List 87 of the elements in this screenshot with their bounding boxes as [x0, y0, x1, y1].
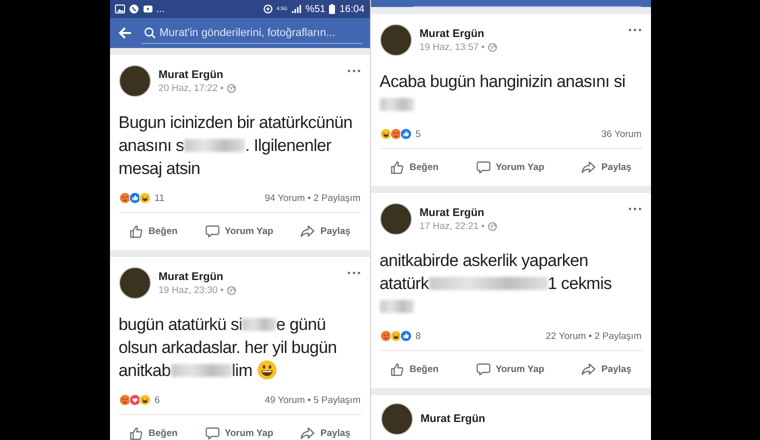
pixelated-blur: [242, 318, 276, 331]
search-icon: [144, 26, 156, 38]
comment-share-count[interactable]: 94 Yorum • 2 Paylaşım: [264, 192, 360, 204]
globe-icon: [488, 42, 497, 52]
more-notifications: ...: [156, 4, 165, 14]
like-button[interactable]: Beğen: [122, 423, 184, 440]
author-name[interactable]: Murat Ergün: [158, 270, 338, 282]
reaction-count[interactable]: 5: [416, 128, 421, 140]
haha-reaction-icon: [380, 128, 392, 140]
data-saver-icon: [262, 4, 273, 14]
author-name[interactable]: Murat Ergün: [420, 206, 620, 218]
play-button-icon: [142, 4, 152, 14]
post-time: 19 Haz, 23:30 •: [158, 284, 224, 296]
post-text: Acaba bugün hanginizin anasını si: [380, 70, 642, 116]
angry-reaction-icon: [380, 330, 392, 342]
speech-bubble-icon: [204, 224, 220, 239]
author-name[interactable]: Murat Ergün: [420, 28, 620, 40]
phone-bubble-icon: [128, 4, 138, 14]
comment-button[interactable]: Yorum Yap: [470, 359, 550, 380]
like-button[interactable]: Beğen: [384, 157, 445, 178]
comment-share-count[interactable]: 49 Yorum • 5 Paylaşım: [264, 394, 360, 406]
more-options-icon[interactable]: [628, 28, 642, 32]
thumbs-up-icon: [390, 362, 404, 377]
like-reaction-icon: [128, 192, 140, 204]
more-options-icon[interactable]: [628, 207, 642, 211]
post-time: 20 Haz, 17:22 •: [158, 82, 224, 94]
thumbs-up-icon: [128, 426, 144, 440]
pixelated-blur: [184, 139, 246, 152]
angry-reaction-icon: [390, 128, 402, 140]
avatar: [380, 403, 412, 435]
author-name[interactable]: Murat Ergün: [420, 413, 640, 425]
share-button[interactable]: Paylaş: [575, 157, 638, 178]
grinning-face-icon: [256, 360, 277, 380]
like-reaction-icon: [400, 330, 412, 342]
share-button[interactable]: Paylaş: [575, 359, 638, 380]
reaction-count[interactable]: 6: [154, 394, 160, 406]
more-options-icon[interactable]: [346, 271, 360, 275]
post-time: 17 Haz, 22:21 •: [420, 220, 485, 232]
haha-reaction-icon: [138, 192, 150, 204]
signal-icon: [291, 4, 302, 14]
clock: 16:04: [339, 4, 364, 14]
comment-button[interactable]: Yorum Yap: [198, 423, 280, 440]
avatar: [380, 203, 412, 235]
angry-reaction-icon: [118, 192, 130, 204]
battery-icon: [329, 4, 336, 14]
comment-share-count[interactable]: 22 Yorum • 2 Paylaşım: [546, 330, 642, 342]
post-text: Bugun icinizden bir atatürkcünün anasını s . Ilgilenenler mesaj atsin: [118, 112, 354, 180]
avatar: [380, 24, 412, 56]
pixelated-blur: [380, 300, 414, 313]
comment-button[interactable]: Yorum Yap: [470, 157, 550, 178]
more-options-icon[interactable]: [346, 69, 360, 73]
author-name[interactable]: Murat Ergün: [158, 68, 338, 80]
avatar: [118, 65, 150, 97]
like-button[interactable]: Beğen: [384, 359, 445, 380]
thumbs-up-icon: [128, 224, 144, 239]
share-arrow-icon: [581, 160, 596, 175]
share-button[interactable]: Paylaş: [294, 221, 356, 242]
love-reaction-icon: [128, 394, 140, 406]
comment-share-count[interactable]: 36 Yorum: [601, 128, 642, 140]
back-arrow-icon[interactable]: [118, 26, 132, 40]
post-text: anitkabirde askerlik yaparken atatürk 1 cekmis: [380, 249, 642, 318]
globe-icon: [226, 84, 236, 92]
avatar: [118, 267, 150, 299]
pixelated-blur: [170, 364, 232, 377]
reaction-count[interactable]: 8: [416, 330, 421, 342]
like-button[interactable]: Beğen: [122, 221, 184, 242]
reaction-count[interactable]: 11: [154, 192, 164, 204]
pixelated-blur: [380, 98, 414, 111]
post-time: 19 Haz, 13:57 •: [420, 42, 485, 52]
image-icon: [114, 4, 124, 14]
thumbs-up-icon: [390, 160, 404, 175]
post-text: bugün atatürkü si e günü olsun arkadaslar. her yil bugün anitkab lim: [118, 314, 338, 382]
share-button[interactable]: Paylaş: [294, 423, 356, 440]
speech-bubble-icon: [476, 160, 491, 175]
share-arrow-icon: [300, 426, 316, 440]
comment-button[interactable]: Yorum Yap: [198, 221, 280, 242]
haha-reaction-icon: [390, 330, 402, 342]
speech-bubble-icon: [204, 426, 220, 440]
haha-reaction-icon: [138, 394, 150, 406]
globe-icon: [488, 222, 497, 230]
speech-bubble-icon: [476, 362, 491, 377]
share-arrow-icon: [581, 362, 596, 377]
globe-icon: [226, 286, 236, 294]
battery-percent: %51: [305, 4, 326, 14]
like-reaction-icon: [400, 128, 412, 140]
angry-reaction-icon: [118, 394, 130, 406]
share-arrow-icon: [300, 224, 316, 239]
